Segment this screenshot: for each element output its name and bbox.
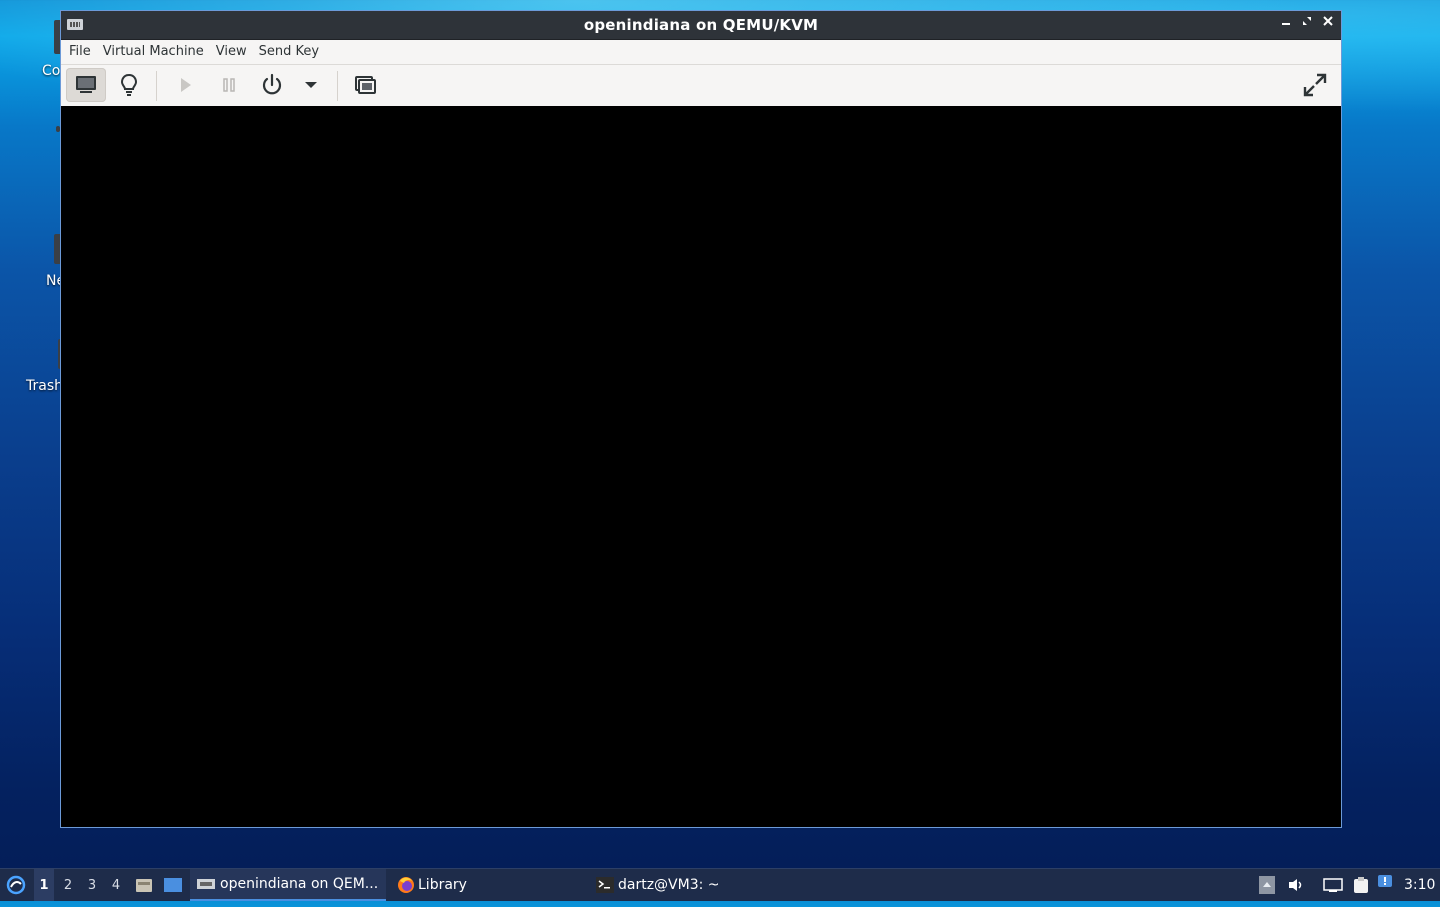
monitor-icon	[76, 76, 96, 93]
task-terminal[interactable]: dartz@VM3: ~	[590, 869, 792, 901]
tray-expand-button[interactable]	[1258, 869, 1276, 901]
play-icon	[181, 78, 191, 92]
menu-view[interactable]: View	[210, 40, 253, 64]
pause-icon	[223, 78, 235, 92]
run-button[interactable]	[165, 68, 205, 102]
window-titlebar[interactable]: openindiana on QEMU/KVM	[61, 11, 1341, 40]
window-title: openindiana on QEMU/KVM	[583, 16, 819, 34]
maximize-button[interactable]	[1298, 15, 1316, 33]
lightbulb-icon	[120, 73, 138, 96]
snapshots-button[interactable]	[345, 68, 385, 102]
virt-manager-icon	[197, 879, 215, 889]
task-label: dartz@VM3: ~	[618, 877, 720, 893]
desktop-icon-label: Co	[42, 63, 61, 79]
network-tray-button[interactable]	[1322, 869, 1344, 901]
clock[interactable]: 3:10	[1404, 869, 1438, 901]
toolbar	[61, 65, 1341, 107]
workspace-4[interactable]: 4	[106, 869, 126, 901]
menubar: File Virtual Machine View Send Key	[61, 40, 1341, 65]
network-tray-icon	[1323, 878, 1343, 892]
file-manager-launcher[interactable]	[134, 869, 154, 901]
notification-icon	[1378, 875, 1392, 887]
task-firefox-library[interactable]: Library	[390, 869, 592, 901]
terminal-icon	[596, 877, 614, 893]
clipboard-icon	[1354, 877, 1368, 893]
vm-console-display[interactable]	[61, 106, 1341, 827]
taskbar: 1 2 3 4 openindiana on QEM... Library da…	[0, 868, 1440, 901]
task-label: Library	[418, 877, 467, 893]
volume-button[interactable]	[1286, 869, 1306, 901]
toolbar-separator	[337, 71, 338, 101]
console-view-button[interactable]	[66, 68, 106, 102]
maximize-icon	[1303, 17, 1311, 25]
close-button[interactable]	[1319, 15, 1337, 33]
minimize-button[interactable]	[1277, 15, 1295, 33]
volume-icon	[1289, 879, 1302, 891]
fullscreen-icon	[1303, 73, 1327, 97]
menu-send-key[interactable]: Send Key	[253, 40, 325, 64]
workspace-1[interactable]: 1	[34, 869, 54, 901]
tray-up-arrow-icon	[1259, 876, 1275, 894]
fullscreen-button[interactable]	[1295, 68, 1335, 102]
task-virt-manager[interactable]: openindiana on QEM...	[190, 869, 386, 901]
shutdown-menu-button[interactable]	[291, 68, 331, 102]
start-menu-button[interactable]	[4, 869, 28, 901]
minimize-icon	[1282, 23, 1290, 25]
close-icon	[1323, 16, 1333, 26]
workspace-3[interactable]: 3	[82, 869, 102, 901]
desktop-icon-label: Trash	[26, 378, 63, 394]
show-desktop-button[interactable]	[162, 869, 184, 901]
caret-down-icon	[305, 82, 317, 88]
vm-window: openindiana on QEMU/KVM File Virtual Mac…	[60, 10, 1342, 828]
pause-button[interactable]	[209, 68, 249, 102]
power-icon	[262, 73, 282, 95]
shutdown-button[interactable]	[252, 68, 292, 102]
file-manager-icon	[136, 879, 152, 892]
clipboard-tray-button[interactable]	[1350, 869, 1372, 901]
notification-tray-button[interactable]	[1376, 869, 1394, 907]
menu-file[interactable]: File	[63, 40, 97, 64]
menu-virtual-machine[interactable]: Virtual Machine	[97, 40, 210, 64]
desktop-icon	[164, 878, 182, 892]
lxqt-logo-icon	[6, 875, 26, 895]
details-view-button[interactable]	[109, 68, 149, 102]
snapshots-icon	[355, 76, 376, 94]
workspace-2[interactable]: 2	[58, 869, 78, 901]
task-label: openindiana on QEM...	[220, 876, 379, 892]
toolbar-separator	[156, 71, 157, 101]
firefox-icon	[398, 877, 414, 893]
